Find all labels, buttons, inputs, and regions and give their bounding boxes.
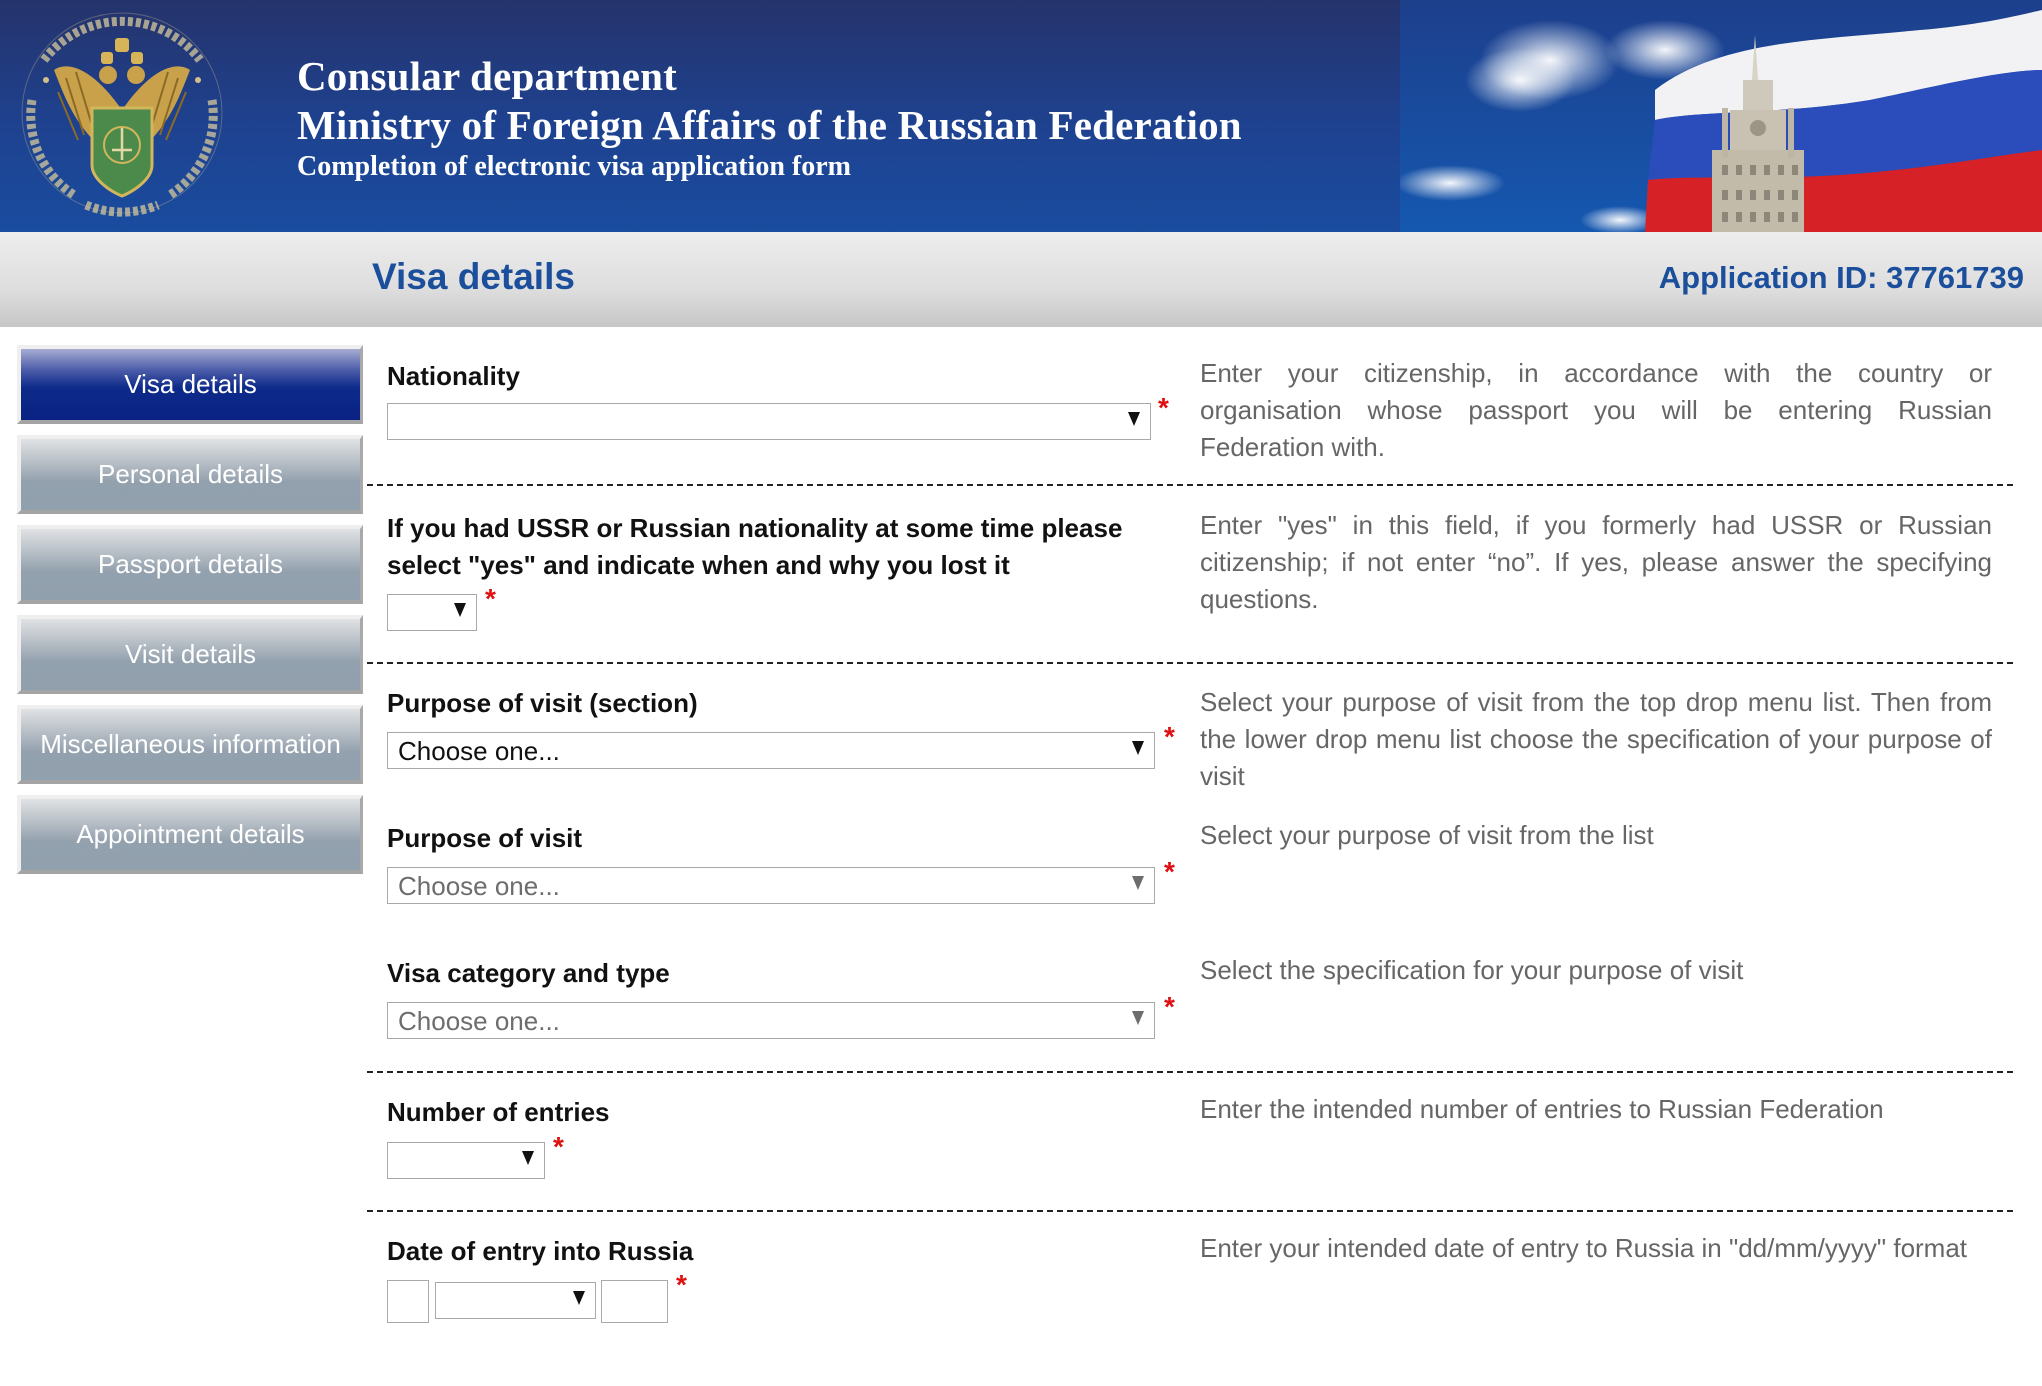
purpose-select[interactable]: Choose one... bbox=[387, 867, 1155, 904]
sidebar-item-passport-details[interactable]: Passport details bbox=[17, 525, 363, 604]
site-header: Consular department Ministry of Foreign … bbox=[0, 0, 2042, 232]
required-marker: * bbox=[485, 583, 496, 614]
entries-select[interactable] bbox=[387, 1142, 545, 1179]
former-nationality-label-line1: If you had USSR or Russian nationality a… bbox=[387, 513, 1123, 543]
entry-day-input[interactable] bbox=[387, 1280, 429, 1323]
visa-category-help: Select the specification for your purpos… bbox=[1200, 955, 1744, 985]
section-divider bbox=[367, 662, 2013, 664]
required-marker: * bbox=[553, 1131, 564, 1162]
purpose-label: Purpose of visit bbox=[387, 823, 583, 853]
entry-month-select[interactable] bbox=[435, 1282, 596, 1319]
nationality-select[interactable] bbox=[387, 403, 1151, 440]
required-marker: * bbox=[1164, 721, 1175, 752]
sidebar-item-visa-details[interactable]: Visa details bbox=[17, 345, 363, 424]
purpose-help: Select your purpose of visit from the li… bbox=[1200, 820, 1654, 850]
sidebar-item-label: Visit details bbox=[124, 639, 257, 669]
former-nationality-label-line2: select "yes" and indicate when and why y… bbox=[387, 550, 1010, 580]
section-divider bbox=[367, 1210, 2013, 1212]
entry-date-label: Date of entry into Russia bbox=[387, 1236, 694, 1266]
visa-category-value: Choose one... bbox=[398, 1006, 560, 1036]
sidebar-item-appointment-details[interactable]: Appointment details bbox=[17, 795, 363, 874]
visa-category-select[interactable]: Choose one... bbox=[387, 1002, 1155, 1039]
sidebar-item-label: Visa details bbox=[124, 369, 257, 399]
header-line-subtitle: Completion of electronic visa applicatio… bbox=[297, 151, 851, 182]
page-title: Visa details bbox=[372, 256, 575, 297]
purpose-section-help: Select your purpose of visit from the to… bbox=[1200, 687, 1992, 791]
sidebar-item-miscellaneous-information[interactable]: Miscellaneous information bbox=[17, 705, 363, 784]
entry-year-input[interactable] bbox=[601, 1280, 668, 1323]
former-nationality-select[interactable] bbox=[387, 594, 477, 631]
chevron-down-icon bbox=[454, 603, 466, 617]
sidebar-item-visit-details[interactable]: Visit details bbox=[17, 615, 363, 694]
chevron-down-icon bbox=[522, 1151, 534, 1165]
nationality-label: Nationality bbox=[387, 361, 520, 391]
header-line-department: Consular department bbox=[297, 53, 678, 99]
page-title-bar: Visa details Application ID: 37761739 bbox=[0, 232, 2042, 327]
required-marker: * bbox=[676, 1269, 687, 1300]
header-title-block: Consular department Ministry of Foreign … bbox=[297, 52, 1242, 184]
sidebar-item-label: Personal details bbox=[98, 459, 283, 489]
nationality-help: Enter your citizenship, in accordance wi… bbox=[1200, 358, 1992, 462]
sidebar-item-label: Passport details bbox=[98, 549, 283, 579]
required-marker: * bbox=[1158, 392, 1169, 423]
chevron-down-icon bbox=[1132, 741, 1144, 755]
application-id: Application ID: 37761739 bbox=[1658, 260, 2024, 295]
sidebar-item-personal-details[interactable]: Personal details bbox=[17, 435, 363, 514]
consular-emblem-icon bbox=[21, 12, 223, 217]
entry-date-help: Enter your intended date of entry to Rus… bbox=[1200, 1233, 1968, 1263]
chevron-down-icon bbox=[1132, 1011, 1144, 1025]
required-marker: * bbox=[1164, 991, 1175, 1022]
entries-label: Number of entries bbox=[387, 1097, 610, 1127]
section-divider bbox=[367, 484, 2013, 486]
required-marker: * bbox=[1164, 856, 1175, 887]
visa-category-label: Visa category and type bbox=[387, 958, 670, 988]
section-divider bbox=[367, 1071, 2013, 1073]
purpose-value: Choose one... bbox=[398, 871, 560, 901]
sidebar-nav: Visa details Personal details Passport d… bbox=[17, 345, 363, 885]
header-line-ministry: Ministry of Foreign Affairs of the Russi… bbox=[297, 102, 1242, 148]
purpose-section-label: Purpose of visit (section) bbox=[387, 688, 698, 718]
former-nationality-help: Enter "yes" in this field, if you former… bbox=[1200, 510, 1992, 614]
sidebar-item-label: Appointment details bbox=[76, 819, 305, 849]
chevron-down-icon bbox=[573, 1291, 585, 1305]
chevron-down-icon bbox=[1132, 876, 1144, 890]
chevron-down-icon bbox=[1128, 412, 1140, 426]
russian-flag-banner-icon bbox=[1400, 0, 2042, 232]
purpose-section-value: Choose one... bbox=[398, 736, 560, 766]
sidebar-item-label: Miscellaneous information bbox=[40, 729, 341, 759]
entries-help: Enter the intended number of entries to … bbox=[1200, 1094, 1884, 1124]
purpose-section-select[interactable]: Choose one... bbox=[387, 732, 1155, 769]
